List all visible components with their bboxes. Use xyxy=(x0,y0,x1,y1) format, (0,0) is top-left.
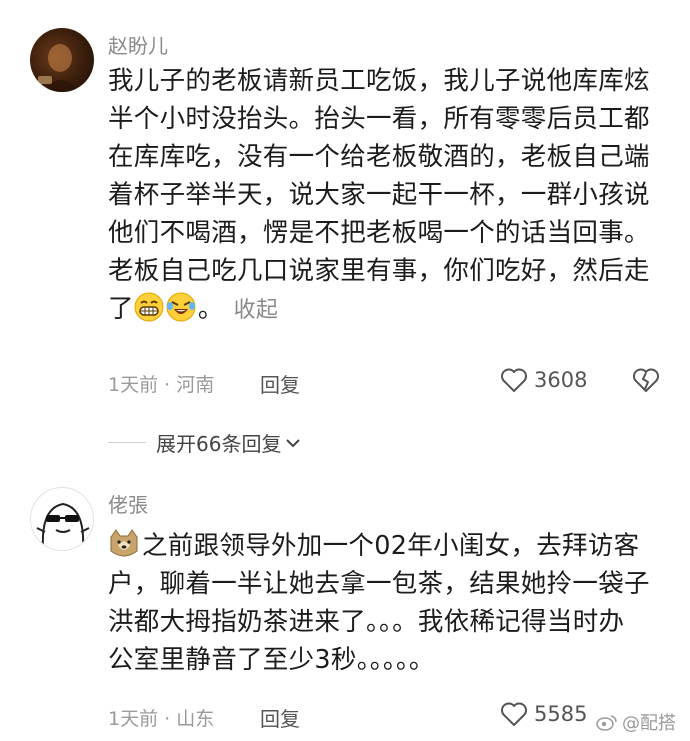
comment-time: 1天前 xyxy=(108,374,159,396)
chevron-down-icon xyxy=(286,438,301,447)
comment-username[interactable]: 佬張 xyxy=(108,489,148,518)
doge-emoji xyxy=(108,529,140,559)
like-count: 5585 xyxy=(534,702,588,726)
comment-text-line: 老板自己吃几口说家里有事，你们吃好，然后走 xyxy=(108,256,650,286)
dislike-button[interactable] xyxy=(632,367,660,397)
comment-text-line: 着杯子举半天，说大家一起干一杯，一群小孩说 xyxy=(108,180,650,210)
meta-separator: · xyxy=(158,374,177,396)
comment-text-line: 他们不喝酒，愣是不把老板喝一个的话当回事。 xyxy=(108,218,650,248)
comment-meta: 1天前 · 河南 xyxy=(108,370,214,397)
comment-text-last-line: 了 。收起 xyxy=(108,290,668,330)
weibo-logo-icon xyxy=(596,715,617,731)
comment-location: 山东 xyxy=(176,708,215,730)
comment-text-line: 了 xyxy=(108,294,134,324)
comment-username[interactable]: 赵盼儿 xyxy=(108,30,168,59)
heart-icon xyxy=(501,702,527,726)
divider xyxy=(108,441,146,444)
comment-text-first-line: 之前跟领导外加一个02年小闺女，去拜访客 xyxy=(108,527,668,565)
heart-icon xyxy=(501,368,527,392)
avatar[interactable] xyxy=(30,487,94,551)
expand-replies-row: 展开66条回复 xyxy=(108,428,301,457)
comment-text-trailing: 。 xyxy=(197,294,224,324)
comment-text-line: 在库库吃，没有一个给老板敬酒的，老板自己端 xyxy=(108,142,650,172)
broken-heart-icon xyxy=(633,368,659,392)
grinning-teeth-emoji xyxy=(134,292,164,322)
comment-text-line: 我儿子的老板请新员工吃饭，我儿子说他库库炫 xyxy=(108,66,650,96)
expand-replies-button[interactable]: 展开66条回复 xyxy=(156,428,301,457)
comment-text-line: 之前跟领导外加一个02年小闺女，去拜访客 xyxy=(142,531,640,561)
comment-text-line: 户，聊着一半让她去拿一包茶，结果她拎一袋子 xyxy=(108,569,650,599)
rolling-laughing-emoji xyxy=(166,292,196,322)
comment-text-line: 半个小时没抬头。抬头一看，所有零零后员工都 xyxy=(108,104,650,134)
avatar-image xyxy=(36,502,90,549)
avatar[interactable] xyxy=(30,28,94,92)
like-count: 3608 xyxy=(534,368,588,392)
reply-button[interactable]: 回复 xyxy=(260,703,300,732)
comment-location: 河南 xyxy=(176,374,215,396)
comment-text-line: 洪都大拇指奶茶进来了。。。我依稀记得当时办 xyxy=(108,607,625,637)
collapse-button[interactable]: 收起 xyxy=(234,298,279,323)
avatar-image xyxy=(38,44,80,92)
like-button[interactable]: 5585 xyxy=(500,701,587,727)
expand-replies-label: 展开66条回复 xyxy=(156,432,282,456)
comment-meta: 1天前 · 山东 xyxy=(108,704,214,731)
meta-separator: · xyxy=(158,708,177,730)
comment-text-line: 公室里静音了至少3秒。。。。。 xyxy=(108,645,435,675)
comment-text: 之前跟领导外加一个02年小闺女，去拜访客 户，聊着一半让她去拿一包茶，结果她拎一… xyxy=(108,527,668,679)
watermark-text: @配搭 xyxy=(622,713,676,734)
reply-button[interactable]: 回复 xyxy=(260,369,300,398)
watermark: @配搭 xyxy=(596,709,676,735)
comment-text: 我儿子的老板请新员工吃饭，我儿子说他库库炫 半个小时没抬头。抬头一看，所有零零后… xyxy=(108,62,668,330)
like-button[interactable]: 3608 xyxy=(500,367,587,393)
comment-time: 1天前 xyxy=(108,708,159,730)
